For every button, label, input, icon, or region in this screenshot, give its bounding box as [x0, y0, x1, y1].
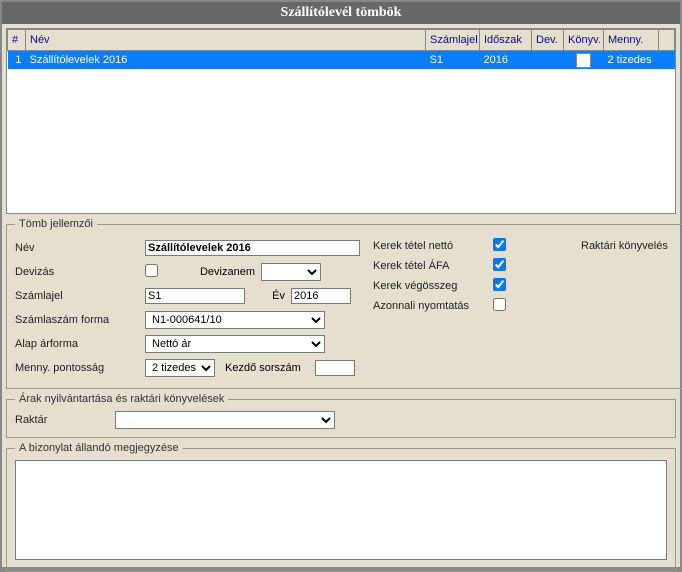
cell-szamlajel: S1: [426, 51, 480, 70]
cell-nev: Szállítólevelek 2016: [26, 51, 426, 70]
label-kezdo-sorszam: Kezdő sorszám: [225, 362, 315, 374]
col-header-idoszak[interactable]: Időszak: [480, 30, 532, 51]
label-devizas: Devizás: [15, 266, 145, 278]
label-raktar: Raktár: [15, 414, 115, 426]
label-kerek-tetel-netto: Kerek tétel nettó: [373, 240, 493, 252]
cell-dev: [532, 51, 564, 70]
cell-konyv: [564, 51, 604, 70]
checkbox-kerek-vegosszeg[interactable]: [493, 278, 506, 291]
group-arak-legend: Árak nyilvántartása és raktári könyvelés…: [15, 393, 228, 405]
checkbox-devizas[interactable]: [145, 264, 158, 277]
group-tomb-jellemzoi: Tömb jellemzői Név Devizás Devizanem Szá…: [6, 218, 682, 389]
input-szamlajel[interactable]: [145, 288, 245, 304]
cell-idoszak: 2016: [480, 51, 532, 70]
col-header-dev[interactable]: Dev.: [532, 30, 564, 51]
textarea-megjegyzes[interactable]: [15, 460, 667, 560]
group-megjegyzes: A bizonylat állandó megjegyzése: [6, 442, 676, 572]
col-header-menny[interactable]: Menny.: [604, 30, 659, 51]
col-header-szamlajel[interactable]: Számlajel: [426, 30, 480, 51]
label-alap-arforma: Alap árforma: [15, 338, 145, 350]
data-table: # Név Számlajel Időszak Dev. Könyv. Menn…: [6, 28, 676, 214]
checkbox-kerek-tetel-netto[interactable]: [493, 238, 506, 251]
col-header-nev[interactable]: Név: [26, 30, 426, 51]
select-devizanem[interactable]: [261, 263, 321, 281]
select-alap-arforma[interactable]: Nettó ár: [145, 335, 325, 353]
group-megjegyzes-legend: A bizonylat állandó megjegyzése: [15, 442, 183, 454]
label-azonnali-nyomtatas: Azonnali nyomtatás: [373, 300, 493, 312]
window-title: Szállítólevél tömbök: [2, 2, 680, 24]
cell-spacer: [659, 51, 675, 70]
col-header-spacer: [659, 30, 675, 51]
col-header-num[interactable]: #: [8, 30, 26, 51]
konyv-check-icon: [576, 53, 591, 68]
label-kerek-vegosszeg: Kerek végösszeg: [373, 280, 493, 292]
group-arak: Árak nyilvántartása és raktári könyvelés…: [6, 393, 676, 438]
label-szamlajel: Számlajel: [15, 290, 145, 302]
label-kerek-tetel-afa: Kerek tétel ÁFA: [373, 260, 493, 272]
select-raktar[interactable]: [115, 411, 335, 429]
cell-menny: 2 tizedes: [604, 51, 659, 70]
select-menny-pontossag[interactable]: 2 tizedes: [145, 359, 215, 377]
checkbox-kerek-tetel-afa[interactable]: [493, 258, 506, 271]
input-nev[interactable]: [145, 240, 360, 256]
group-tomb-legend: Tömb jellemzői: [15, 218, 97, 230]
label-raktari-konyveles: Raktári könyvelés: [581, 240, 682, 252]
label-devizanem: Devizanem: [185, 266, 261, 278]
col-header-konyv[interactable]: Könyv.: [564, 30, 604, 51]
cell-num: 1: [8, 51, 26, 70]
input-kezdo-sorszam[interactable]: [315, 360, 355, 376]
table-row[interactable]: 1 Szállítólevelek 2016 S1 2016 2 tizedes: [8, 51, 675, 70]
label-szamlaszam-forma: Számlaszám forma: [15, 314, 145, 326]
input-ev[interactable]: [291, 288, 351, 304]
label-menny-pontossag: Menny. pontosság: [15, 362, 145, 374]
label-ev: Év: [245, 290, 291, 302]
label-nev: Név: [15, 242, 145, 254]
checkbox-azonnali-nyomtatas[interactable]: [493, 298, 506, 311]
select-szamlaszam-forma[interactable]: N1-000641/10: [145, 311, 325, 329]
table-header-row: # Név Számlajel Időszak Dev. Könyv. Menn…: [8, 30, 675, 51]
window: Szállítólevél tömbök # Név Számlajel Idő…: [0, 0, 682, 569]
